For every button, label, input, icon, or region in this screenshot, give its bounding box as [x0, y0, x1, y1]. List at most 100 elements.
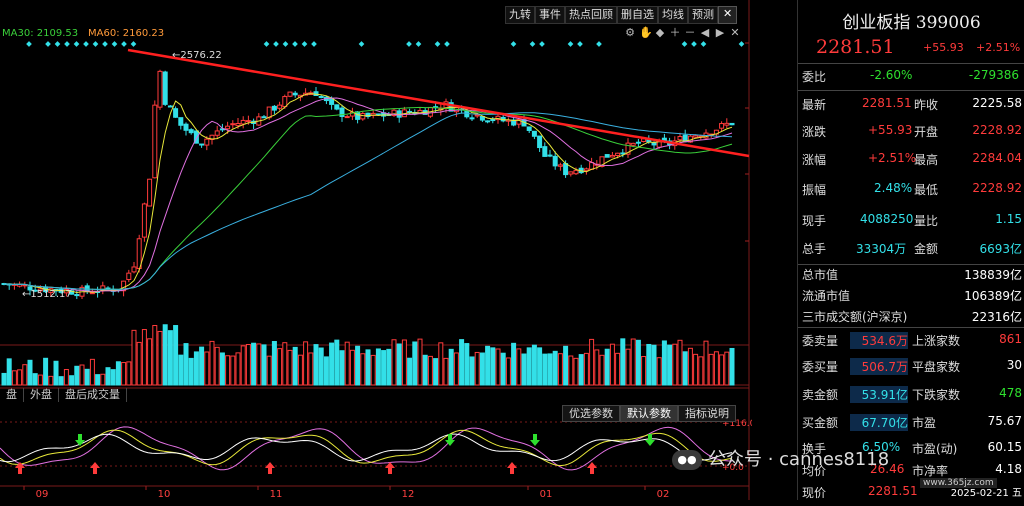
- toolbar-hot-review-button[interactable]: 热点回顾: [565, 6, 617, 24]
- volume-bar: [173, 325, 179, 386]
- tab-indicator-help[interactable]: 指标说明: [678, 405, 736, 422]
- price-change: +55.93: [923, 41, 964, 54]
- value: 506.7万: [850, 358, 908, 375]
- volume-bar: [448, 348, 454, 386]
- label: 三市成交额(沪深京): [802, 310, 908, 324]
- time-axis-label: 12: [402, 489, 415, 500]
- candle-body: [620, 152, 626, 155]
- candle-body: [287, 91, 293, 97]
- signal-diamond: [681, 41, 688, 47]
- subtab-outer-pan[interactable]: 外盘: [24, 388, 59, 402]
- volume-bar: [511, 342, 517, 386]
- signal-diamond: [45, 41, 51, 47]
- label: 涨跌: [802, 125, 827, 139]
- buy-arrow-icon: [90, 462, 100, 474]
- subtab-pan[interactable]: 盘: [0, 388, 24, 402]
- volume-bar: [625, 348, 631, 386]
- volume-bar: [79, 364, 85, 386]
- candle-body: [245, 120, 251, 123]
- tab-optimized-params[interactable]: 优选参数: [562, 405, 620, 422]
- candle-body: [141, 203, 147, 238]
- buy-arrow-icon: [507, 462, 517, 474]
- tab-default-params[interactable]: 默认参数: [620, 405, 678, 422]
- volume-bar: [355, 345, 361, 386]
- value: 53.91亿: [850, 386, 908, 403]
- quote-row: 涨幅 +2.51% 最高 2284.04: [798, 151, 1024, 173]
- volume-bar: [339, 350, 345, 386]
- candle-body: [557, 164, 563, 167]
- volume-bar: [521, 353, 527, 386]
- signal-diamond: [54, 41, 61, 47]
- signal-diamond: [64, 41, 70, 47]
- toolbar-forecast-button[interactable]: 预测: [688, 6, 718, 24]
- volume-bar: [635, 339, 641, 386]
- divider: [798, 264, 1024, 265]
- arrow-left-icon[interactable]: ◀: [699, 27, 711, 39]
- volume-bar: [672, 343, 678, 386]
- volume-bar: [427, 355, 433, 386]
- candle-body: [563, 163, 569, 176]
- kline-chart[interactable]: 263523422044175156842842十万+116.0+0.00910…: [0, 0, 752, 500]
- candle-body: [526, 126, 532, 131]
- volume-bar: [370, 354, 376, 386]
- candle-body: [490, 119, 496, 122]
- arrow-right-icon[interactable]: ▶: [714, 27, 726, 39]
- volume-bar: [329, 342, 335, 386]
- volume-bar: [136, 341, 142, 386]
- candle-body: [583, 168, 589, 172]
- volume-bar: [240, 345, 246, 386]
- volume-bar: [193, 351, 199, 386]
- toolbar-ma-button[interactable]: 均线: [658, 6, 688, 24]
- candle-body: [188, 129, 194, 134]
- volume-bar: [365, 349, 371, 386]
- value: +2.51%: [868, 151, 917, 165]
- volume-bar: [141, 329, 147, 386]
- zoom-in-icon[interactable]: ＋: [669, 27, 681, 39]
- gear-icon[interactable]: ⚙: [624, 27, 636, 39]
- value: 2281.51: [868, 484, 918, 498]
- volume-bar: [708, 353, 714, 386]
- value: 67.70亿: [850, 414, 908, 431]
- value: 534.6万: [850, 332, 908, 349]
- signal-diamond: [738, 41, 745, 47]
- order-row: 委卖量 534.6万 上涨家数 861: [798, 332, 1024, 354]
- volume-bar: [105, 367, 111, 386]
- volume-bar: [630, 338, 636, 386]
- candle-body: [729, 122, 735, 126]
- value: 33304万: [856, 242, 907, 256]
- volume-bar: [199, 346, 205, 386]
- volume-bar: [188, 357, 194, 386]
- volume-bar: [729, 347, 735, 386]
- signal-diamond: [292, 41, 298, 47]
- quote-row: 现手 4088250 量比 1.15: [798, 212, 1024, 234]
- zoom-out-icon[interactable]: －: [684, 27, 696, 39]
- signal-diamond: [700, 41, 707, 47]
- value: 30: [1006, 358, 1022, 372]
- close-icon[interactable]: ✕: [718, 6, 738, 24]
- value: 2225.58: [972, 96, 1022, 110]
- candle-body: [677, 136, 683, 141]
- value: 1.15: [995, 212, 1022, 226]
- volume-bar: [724, 351, 730, 386]
- subtab-after-hours-volume[interactable]: 盘后成交量: [59, 388, 127, 402]
- volume-bar: [417, 338, 423, 386]
- toolbar-remove-watchlist-button[interactable]: 删自选: [617, 6, 658, 24]
- candle-body: [131, 266, 137, 273]
- volume-bar: [687, 347, 693, 386]
- label: 流通市值: [802, 289, 851, 303]
- toolbar-event-button[interactable]: 事件: [535, 6, 565, 24]
- toolbar-jiuzhuan-button[interactable]: 九转: [505, 6, 535, 24]
- high-annotation: ←2576.22: [172, 50, 222, 61]
- signal-diamond: [73, 41, 80, 47]
- volume-bar: [69, 375, 75, 386]
- hand-icon[interactable]: ✋: [639, 27, 653, 39]
- volume-bar: [131, 329, 137, 386]
- signal-diamond: [92, 41, 99, 47]
- low-annotation: ←1512.17: [22, 289, 72, 300]
- value: 2281.51: [862, 96, 912, 110]
- signal-diamonds: [26, 41, 745, 47]
- candle-body: [360, 113, 366, 120]
- volume-bar: [245, 344, 251, 386]
- close-chart-icon[interactable]: ✕: [729, 27, 741, 39]
- diamond-icon[interactable]: ◆: [654, 27, 666, 39]
